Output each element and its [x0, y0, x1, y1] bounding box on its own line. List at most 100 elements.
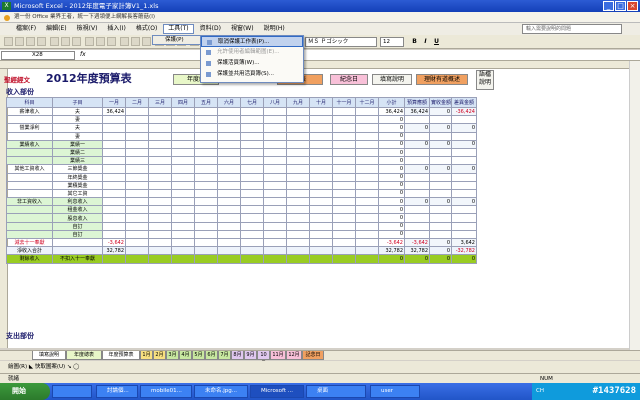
- table-cell[interactable]: [171, 180, 195, 190]
- table-cell[interactable]: [171, 172, 195, 182]
- table-cell[interactable]: [6, 131, 53, 141]
- badge-button[interactable]: 紀念日: [330, 74, 368, 85]
- table-cell[interactable]: [286, 229, 310, 240]
- table-cell[interactable]: [451, 156, 477, 166]
- table-cell[interactable]: [102, 229, 126, 240]
- table-cell[interactable]: 0: [378, 229, 405, 240]
- table-cell[interactable]: -32,782: [451, 246, 477, 256]
- table-cell[interactable]: [171, 254, 195, 264]
- table-cell[interactable]: [332, 221, 356, 231]
- sheet-tab[interactable]: 8月: [231, 351, 244, 360]
- table-cell[interactable]: [404, 147, 430, 158]
- table-cell[interactable]: [148, 156, 172, 166]
- table-cell[interactable]: 0: [378, 254, 405, 264]
- table-cell[interactable]: [332, 156, 356, 166]
- column-header[interactable]: 六月: [217, 97, 241, 108]
- table-cell[interactable]: [286, 172, 310, 182]
- table-cell[interactable]: 0: [378, 213, 405, 223]
- table-cell[interactable]: [148, 164, 172, 174]
- table-cell[interactable]: [6, 188, 53, 199]
- help-search-input[interactable]: 輸入需要說明的問題: [522, 24, 622, 34]
- table-cell[interactable]: [102, 188, 126, 199]
- table-cell[interactable]: [309, 139, 333, 149]
- table-cell[interactable]: 0: [378, 123, 405, 133]
- toolbar-icon[interactable]: [37, 37, 46, 46]
- table-cell[interactable]: [263, 197, 287, 207]
- toolbar-icon[interactable]: [50, 37, 59, 46]
- taskbar-item[interactable]: 桌面: [306, 385, 366, 398]
- table-cell[interactable]: [429, 205, 452, 215]
- table-cell[interactable]: [240, 237, 264, 248]
- table-cell[interactable]: [102, 164, 126, 174]
- toolbar-icon[interactable]: [61, 37, 70, 46]
- table-cell[interactable]: 0: [378, 188, 405, 199]
- table-cell[interactable]: [194, 221, 218, 231]
- column-header[interactable]: 四月: [171, 97, 195, 108]
- table-cell[interactable]: [286, 156, 310, 166]
- table-cell[interactable]: [355, 139, 379, 149]
- toolbar-icon[interactable]: [131, 37, 140, 46]
- toolbar-icon[interactable]: [120, 37, 129, 46]
- table-cell[interactable]: [263, 164, 287, 174]
- table-cell[interactable]: [171, 147, 195, 158]
- table-cell[interactable]: [171, 205, 195, 215]
- table-cell[interactable]: [194, 237, 218, 248]
- toolbar-icon[interactable]: [107, 37, 116, 46]
- name-box[interactable]: X28: [1, 51, 75, 60]
- table-cell[interactable]: [148, 180, 172, 190]
- sheet-tab[interactable]: 11月: [270, 351, 286, 360]
- menu-item[interactable]: 工具(T): [163, 24, 194, 34]
- table-cell[interactable]: [148, 205, 172, 215]
- table-cell[interactable]: 36,424: [378, 106, 405, 117]
- table-cell[interactable]: [355, 115, 379, 125]
- table-cell[interactable]: [429, 188, 452, 199]
- table-cell[interactable]: 0: [451, 139, 477, 149]
- table-cell[interactable]: [404, 115, 430, 125]
- table-cell[interactable]: [240, 213, 264, 223]
- table-cell[interactable]: [332, 180, 356, 190]
- table-cell[interactable]: [286, 180, 310, 190]
- table-cell[interactable]: [102, 147, 126, 158]
- table-cell[interactable]: [240, 188, 264, 199]
- table-cell[interactable]: [125, 221, 149, 231]
- table-cell[interactable]: [52, 237, 103, 248]
- table-cell[interactable]: [171, 197, 195, 207]
- table-cell[interactable]: [309, 197, 333, 207]
- table-cell[interactable]: [286, 237, 310, 248]
- column-header[interactable]: 七月: [240, 97, 264, 108]
- table-cell[interactable]: [355, 237, 379, 248]
- table-cell[interactable]: [52, 246, 103, 256]
- table-cell[interactable]: [404, 156, 430, 166]
- table-cell[interactable]: [125, 254, 149, 264]
- table-cell[interactable]: [286, 205, 310, 215]
- sheet-tab[interactable]: 年度預算表: [102, 351, 140, 360]
- table-cell[interactable]: 自訂: [52, 221, 103, 231]
- table-cell[interactable]: [194, 156, 218, 166]
- table-cell[interactable]: [240, 229, 264, 240]
- table-cell[interactable]: [309, 254, 333, 264]
- table-cell[interactable]: [429, 221, 452, 231]
- menu-item[interactable]: 說明(H): [260, 24, 289, 34]
- table-cell[interactable]: [240, 221, 264, 231]
- table-cell[interactable]: [332, 229, 356, 240]
- table-cell[interactable]: [404, 180, 430, 190]
- table-cell[interactable]: 0: [404, 254, 430, 264]
- table-cell[interactable]: [240, 156, 264, 166]
- table-cell[interactable]: [148, 197, 172, 207]
- table-cell[interactable]: 租金收入: [52, 205, 103, 215]
- fx-icon[interactable]: fx: [80, 51, 86, 58]
- table-cell[interactable]: [171, 221, 195, 231]
- table-cell[interactable]: 其它工資: [52, 188, 103, 199]
- table-cell[interactable]: [194, 123, 218, 133]
- table-cell[interactable]: [404, 213, 430, 223]
- taskbar-item[interactable]: [52, 385, 92, 398]
- menu-item[interactable]: 格式(O): [132, 24, 161, 34]
- table-cell[interactable]: [217, 254, 241, 264]
- table-cell[interactable]: [286, 164, 310, 174]
- table-cell[interactable]: [286, 123, 310, 133]
- column-header[interactable]: 十一月: [332, 97, 356, 108]
- table-cell[interactable]: [194, 246, 218, 256]
- sheet-tab[interactable]: 記念日: [302, 351, 324, 360]
- column-header[interactable]: 二月: [125, 97, 149, 108]
- table-cell[interactable]: [429, 147, 452, 158]
